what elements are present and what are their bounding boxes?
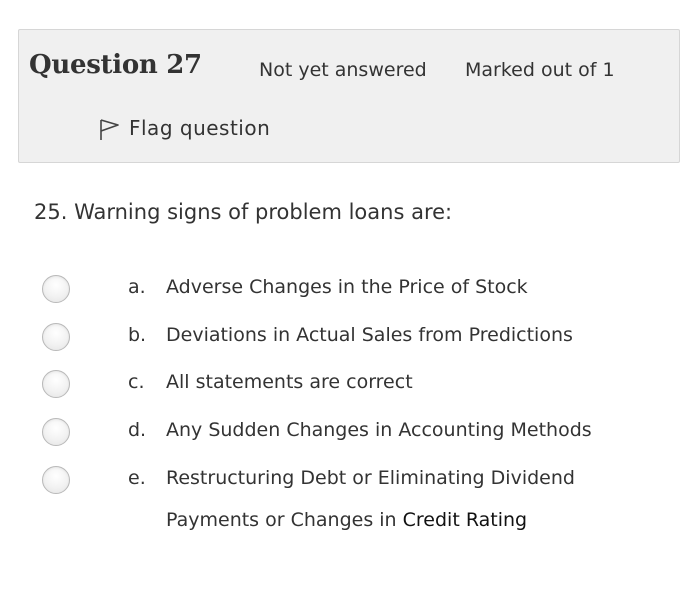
answer-text-emphasis: Credit Rating — [402, 509, 528, 531]
radio-button[interactable] — [42, 370, 70, 398]
answer-letter: a. — [128, 276, 146, 298]
question-state: Not yet answered — [259, 59, 427, 81]
radio-button[interactable] — [42, 466, 70, 494]
question-text: 25. Warning signs of problem loans are: — [34, 200, 453, 224]
answer-letter: e. — [128, 467, 146, 489]
question-title: Question 27 — [29, 50, 202, 80]
question-number: 27 — [166, 50, 202, 80]
question-grade: Marked out of 1 — [465, 59, 615, 81]
radio-button[interactable] — [42, 323, 70, 351]
answer-text: Deviations in Actual Sales from Predicti… — [166, 324, 573, 346]
question-info-box: Question 27 Not yet answered Marked out … — [18, 29, 680, 163]
answer-text: Any Sudden Changes in Accounting Methods — [166, 419, 592, 441]
flag-icon — [97, 114, 121, 142]
radio-button[interactable] — [42, 418, 70, 446]
answer-text: Restructuring Debt or Eliminating Divide… — [166, 457, 636, 541]
answer-letter: d. — [128, 419, 147, 441]
answer-text: All statements are correct — [166, 371, 413, 393]
answer-letter: c. — [128, 371, 145, 393]
answer-letter: b. — [128, 324, 147, 346]
question-label: Question — [29, 50, 158, 80]
flag-question-label: Flag question — [129, 116, 271, 140]
radio-button[interactable] — [42, 275, 70, 303]
flag-question-link[interactable]: Flag question — [97, 114, 270, 142]
answer-text: Adverse Changes in the Price of Stock — [166, 276, 528, 298]
